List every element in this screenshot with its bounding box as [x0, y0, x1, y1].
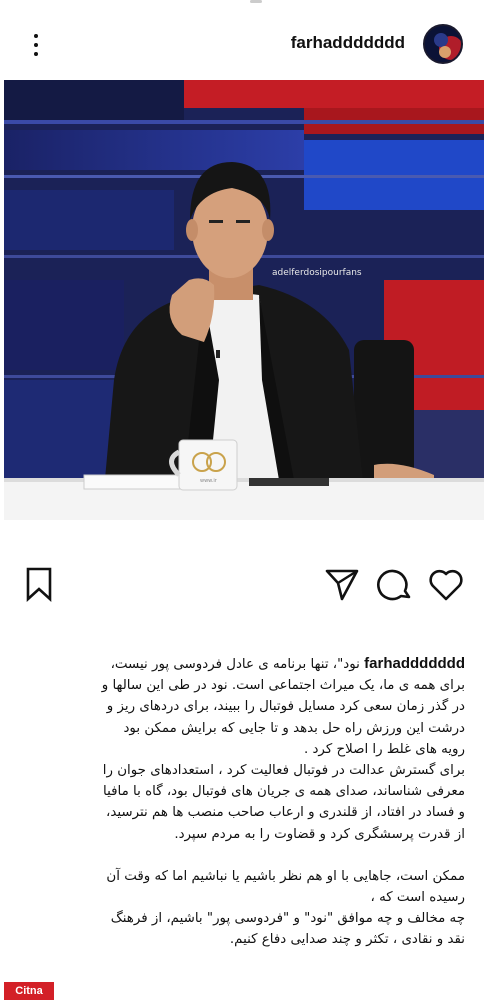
caption-line: از قدرت پرسشگری کرد و قضاوت را به مردم س… [174, 826, 465, 842]
caption-line: و فساد در افتاد، از قلندری و ارعاب صاحب … [106, 805, 465, 821]
heart-icon[interactable] [426, 565, 466, 605]
avatar[interactable] [423, 24, 463, 64]
caption-line: در گذر زمان سعی کرد مسایل فوتبال را ببین… [106, 699, 465, 715]
caption-line: چه مخالف و چه موافق "نود" و "فردوسی پور"… [110, 911, 465, 927]
caption-line: معرفی شناساند، صدای همه ی جریان های فوتب… [103, 784, 465, 800]
status-bar-remnant [0, 0, 489, 8]
caption-username[interactable]: farhaddddddd [364, 655, 465, 672]
photo-overlay-handle: adelferdosipourfans [272, 268, 362, 278]
bookmark-icon[interactable] [20, 565, 60, 605]
caption-line: نقد و نقادی ، تکثر و چند صدایی دفاع کنیم… [229, 932, 465, 948]
caption-line: رسیده است که ، [370, 890, 465, 906]
watermark-logo: Citna [4, 982, 54, 1000]
caption-line: farhaddddddd نود"، تنها برنامه ی عادل فر… [110, 655, 465, 672]
caption-line: ممکن است، جاهایی با او هم نظر باشیم یا ن… [106, 868, 465, 884]
post-actions [0, 565, 489, 609]
send-icon[interactable] [322, 565, 362, 605]
post-header: farhaddddddd [0, 18, 489, 74]
caption-line: برای همه ی ما، یک میراث اجتماعی است. نود… [101, 678, 465, 694]
status-dot [250, 0, 262, 3]
mug-logo-text: www.ir [200, 478, 218, 484]
post-username[interactable]: farhaddddddd [291, 33, 405, 53]
caption-line: رویه های غلط را اصلاح کرد . [303, 741, 465, 757]
post-photo[interactable]: www.ir adelferdosipourfans [4, 80, 484, 520]
post-caption: farhaddddddd نود"، تنها برنامه ی عادل فر… [20, 653, 465, 951]
caption-line: برای گسترش عدالت در فوتبال فعالیت کرد ، … [102, 763, 465, 779]
comment-icon[interactable] [375, 565, 415, 605]
more-options-icon[interactable] [24, 32, 48, 60]
caption-line: درشت این ورزش راه حل بدهد و تا جایی که ب… [123, 720, 465, 736]
